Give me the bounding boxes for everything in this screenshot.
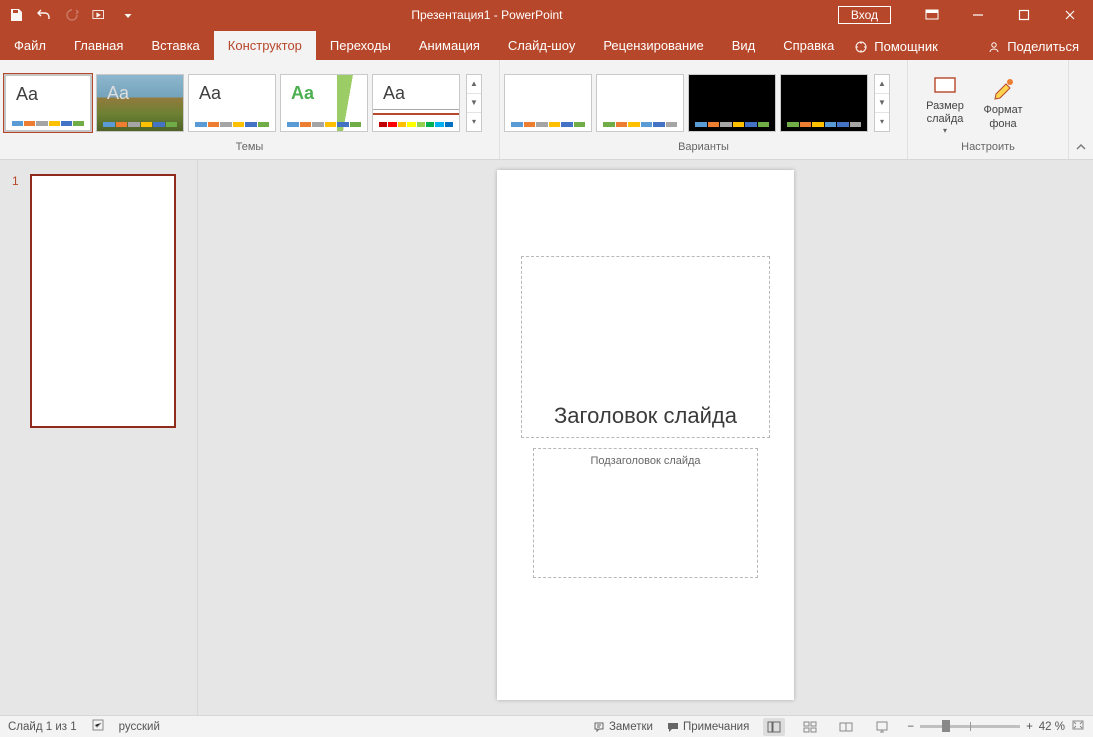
variant-thumb[interactable]	[688, 74, 776, 132]
slide-thumbnails-panel[interactable]: 1	[0, 160, 198, 715]
start-from-beginning-icon[interactable]	[92, 7, 108, 23]
minimize-button[interactable]	[955, 0, 1001, 30]
slide-number: 1	[12, 174, 22, 428]
window-title: Презентация1 - PowerPoint	[136, 8, 838, 22]
tab-transitions[interactable]: Переходы	[316, 31, 405, 60]
tab-animations[interactable]: Анимация	[405, 31, 494, 60]
group-label: Варианты	[504, 141, 903, 157]
themes-gallery: Aa Aa Aa Aa Aa ▲ ▼ ▾	[4, 74, 482, 132]
save-icon[interactable]	[8, 7, 24, 23]
gallery-more-icon[interactable]: ▾	[875, 113, 889, 131]
fit-to-window-icon[interactable]	[1071, 719, 1085, 734]
close-button[interactable]	[1047, 0, 1093, 30]
gallery-up-icon[interactable]: ▲	[467, 75, 481, 94]
window-controls: Вход	[838, 0, 1093, 30]
variants-gallery-scroll: ▲ ▼ ▾	[874, 74, 890, 132]
qat-customize-icon[interactable]	[120, 7, 136, 23]
collapse-ribbon-icon[interactable]	[1069, 60, 1093, 159]
comments-button[interactable]: Примечания	[667, 721, 749, 733]
tab-review[interactable]: Рецензирование	[589, 31, 717, 60]
zoom-value[interactable]: 42 %	[1039, 721, 1065, 733]
theme-thumb[interactable]: Aa	[280, 74, 368, 132]
theme-thumb[interactable]: Aa	[96, 74, 184, 132]
subtitle-placeholder[interactable]: Подзаголовок слайда	[533, 448, 758, 578]
status-bar: Слайд 1 из 1 русский Заметки Примечания …	[0, 715, 1093, 737]
theme-thumb[interactable]: Aa	[188, 74, 276, 132]
variant-thumb[interactable]	[780, 74, 868, 132]
theme-thumb[interactable]: Aa	[4, 74, 92, 132]
format-background-button[interactable]: Формат фона	[978, 74, 1028, 130]
tab-slideshow[interactable]: Слайд-шоу	[494, 31, 589, 60]
zoom-controls: − + 42 %	[907, 719, 1085, 734]
group-label: Темы	[4, 141, 495, 157]
slide-counter[interactable]: Слайд 1 из 1	[8, 721, 77, 733]
share-label: Поделиться	[1007, 39, 1079, 54]
tab-help[interactable]: Справка	[769, 31, 848, 60]
zoom-out-button[interactable]: −	[907, 721, 914, 733]
sign-in-button[interactable]: Вход	[838, 6, 891, 24]
tell-me[interactable]: Помощник	[848, 39, 952, 60]
gallery-down-icon[interactable]: ▼	[875, 94, 889, 113]
slide-thumbnail-row: 1	[12, 174, 185, 428]
notes-button[interactable]: Заметки	[593, 721, 653, 733]
variant-thumb[interactable]	[596, 74, 684, 132]
tab-home[interactable]: Главная	[60, 31, 137, 60]
tell-me-label: Помощник	[874, 39, 938, 54]
theme-thumb[interactable]: Aa	[372, 74, 460, 132]
group-themes: Aa Aa Aa Aa Aa ▲ ▼ ▾ Темы	[0, 60, 500, 159]
spell-check-icon[interactable]	[91, 718, 105, 735]
language-indicator[interactable]: русский	[119, 721, 160, 733]
slide-canvas[interactable]: Заголовок слайда Подзаголовок слайда	[198, 160, 1093, 715]
redo-icon[interactable]	[64, 7, 80, 23]
quick-access-toolbar	[0, 7, 136, 23]
group-variants: ▲ ▼ ▾ Варианты	[500, 60, 908, 159]
zoom-in-button[interactable]: +	[1026, 721, 1033, 733]
maximize-button[interactable]	[1001, 0, 1047, 30]
title-placeholder[interactable]: Заголовок слайда	[521, 256, 770, 438]
undo-icon[interactable]	[36, 7, 52, 23]
gallery-more-icon[interactable]: ▾	[467, 113, 481, 131]
themes-gallery-scroll: ▲ ▼ ▾	[466, 74, 482, 132]
reading-view-icon[interactable]	[835, 718, 857, 736]
share-button[interactable]: Поделиться	[981, 39, 1093, 60]
tab-insert[interactable]: Вставка	[137, 31, 213, 60]
variant-thumb[interactable]	[504, 74, 592, 132]
group-customize: Размер слайда ▾ Формат фона Настроить	[908, 60, 1069, 159]
normal-view-icon[interactable]	[763, 718, 785, 736]
ribbon: Aa Aa Aa Aa Aa ▲ ▼ ▾ Темы ▲	[0, 60, 1093, 160]
gallery-up-icon[interactable]: ▲	[875, 75, 889, 94]
tab-file[interactable]: Файл	[0, 31, 60, 60]
slideshow-view-icon[interactable]	[871, 718, 893, 736]
workspace: 1 Заголовок слайда Подзаголовок слайда	[0, 160, 1093, 715]
zoom-slider-thumb[interactable]	[942, 720, 950, 732]
zoom-slider[interactable]	[920, 725, 1020, 728]
slide-size-button[interactable]: Размер слайда ▾	[920, 70, 970, 136]
tab-view[interactable]: Вид	[718, 31, 770, 60]
group-label: Настроить	[912, 141, 1064, 157]
slide-size-icon	[932, 72, 958, 98]
format-background-icon	[990, 76, 1016, 102]
gallery-down-icon[interactable]: ▼	[467, 94, 481, 113]
ribbon-display-options-icon[interactable]	[909, 0, 955, 30]
slide-page[interactable]: Заголовок слайда Подзаголовок слайда	[497, 170, 794, 700]
ribbon-tabs: Файл Главная Вставка Конструктор Переход…	[0, 30, 1093, 60]
variants-gallery: ▲ ▼ ▾	[504, 74, 890, 132]
title-bar: Презентация1 - PowerPoint Вход	[0, 0, 1093, 30]
slide-sorter-view-icon[interactable]	[799, 718, 821, 736]
tab-design[interactable]: Конструктор	[214, 31, 316, 60]
slide-thumbnail[interactable]	[30, 174, 176, 428]
